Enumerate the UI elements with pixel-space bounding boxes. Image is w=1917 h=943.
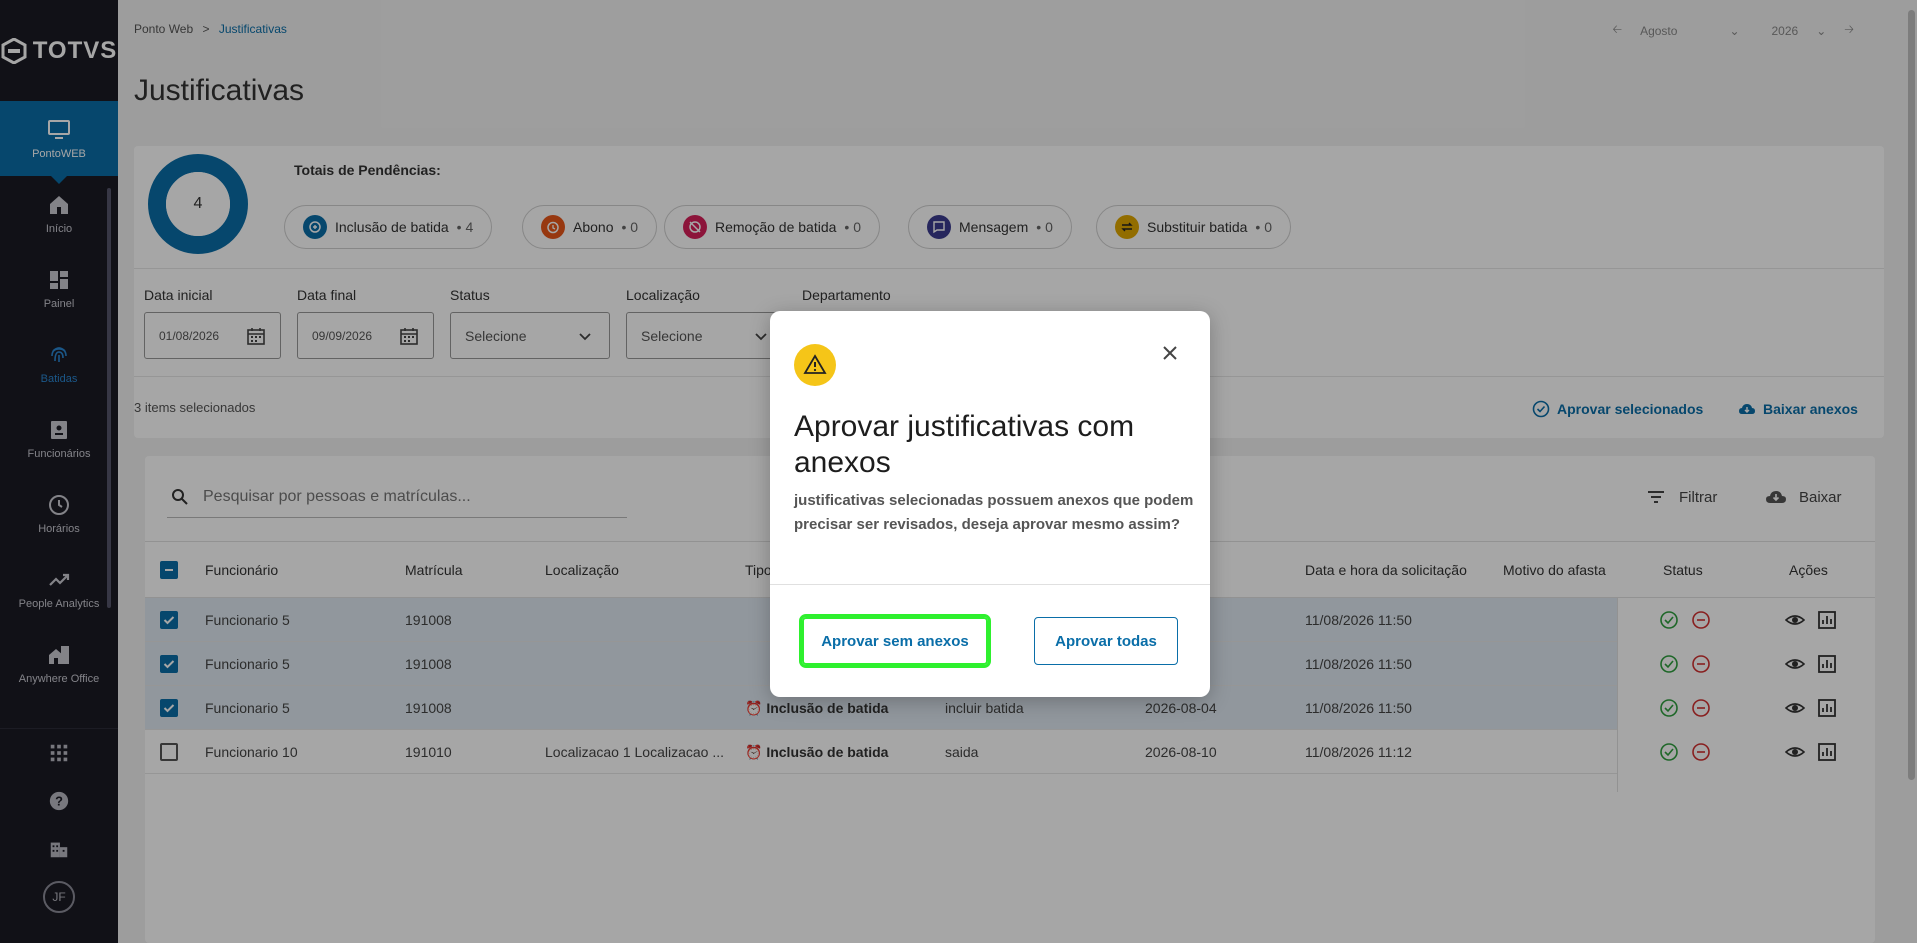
approve-all-button[interactable]: Aprovar todas (1034, 617, 1178, 665)
close-icon[interactable] (1158, 341, 1182, 365)
dialog-message: justificativas selecionadas possuem anex… (794, 492, 1194, 533)
dialog-divider (770, 584, 1210, 585)
warning-icon (794, 344, 836, 386)
approve-without-attachments-button[interactable]: Aprovar sem anexos (799, 614, 991, 668)
approve-attachments-dialog: Aprovar justificativas com anexos justif… (770, 311, 1210, 697)
dialog-title: Aprovar justificativas com anexos (794, 410, 1135, 479)
